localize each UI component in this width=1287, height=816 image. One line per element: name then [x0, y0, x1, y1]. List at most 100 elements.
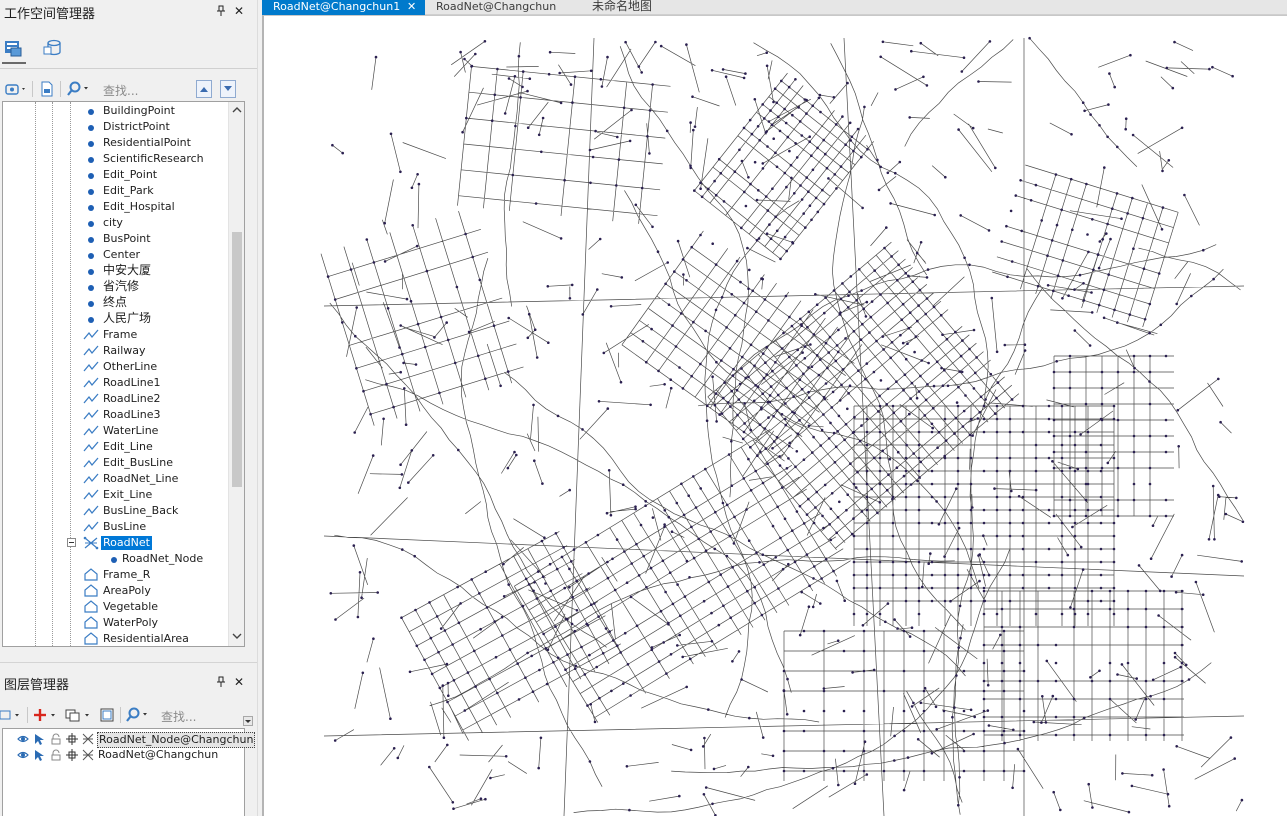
- scrollbar-thumb[interactable]: [232, 232, 242, 487]
- layer-group-icon[interactable]: [64, 706, 94, 724]
- scroll-down-icon[interactable]: [232, 632, 242, 642]
- search-icon[interactable]: [66, 80, 92, 98]
- tree-item[interactable]: BusLine_Back: [3, 503, 229, 519]
- tree-item[interactable]: Frame: [3, 327, 229, 343]
- previous-result-button[interactable]: [196, 80, 212, 98]
- tree-item[interactable]: ResidentialArea: [3, 631, 229, 646]
- snappable-crosshair-icon[interactable]: [66, 733, 78, 745]
- tree-item[interactable]: Edit_BusLine: [3, 455, 229, 471]
- tree-item[interactable]: Exit_Line: [3, 487, 229, 503]
- road-lines: [320, 37, 1245, 816]
- road-node-point: [714, 308, 718, 312]
- tree-item[interactable]: 终点: [3, 295, 229, 311]
- road-node-point: [801, 351, 804, 354]
- road-node-point: [442, 736, 446, 739]
- road-node-point: [848, 290, 851, 294]
- workspace-tree[interactable]: BuildingPoint DistrictPoint ResidentialPoi…: [2, 101, 245, 647]
- snappable-crosshair-icon[interactable]: [66, 749, 78, 761]
- tree-item[interactable]: RoadNet_Line: [3, 471, 229, 487]
- tree-item[interactable]: Frame_R: [3, 567, 229, 583]
- save-document-icon[interactable]: [38, 80, 56, 98]
- tree-item[interactable]: WaterLine: [3, 423, 229, 439]
- road-node-point: [1162, 733, 1166, 737]
- toolbar-overflow-icon[interactable]: [243, 716, 253, 726]
- tree-item[interactable]: DistrictPoint: [3, 119, 229, 135]
- network-layer-icon[interactable]: [82, 733, 94, 745]
- tree-item[interactable]: Edit_Hospital: [3, 199, 229, 215]
- tree-item[interactable]: ScientificResearch: [3, 151, 229, 167]
- tree-item[interactable]: RoadLine1: [3, 375, 229, 391]
- road-node-point: [899, 419, 903, 423]
- road-node-point: [1008, 521, 1012, 525]
- layer-properties-icon[interactable]: [98, 706, 116, 724]
- workspace-search-input[interactable]: 查找...: [103, 82, 138, 99]
- visible-eye-icon[interactable]: [17, 749, 29, 761]
- tree-item[interactable]: Center: [3, 247, 229, 263]
- tree-item[interactable]: RoadLine3: [3, 407, 229, 423]
- tree-item[interactable]: BusLine: [3, 519, 229, 535]
- close-icon[interactable]: ✕: [232, 675, 246, 689]
- road-node-point: [362, 389, 365, 393]
- tree-item[interactable]: city: [3, 215, 229, 231]
- road-node-point: [1240, 798, 1244, 802]
- tree-item[interactable]: Edit_Line: [3, 439, 229, 455]
- tab-roadnet-changchun1[interactable]: RoadNet@Changchun1 ✕: [262, 0, 425, 15]
- road-node-point: [1134, 718, 1137, 721]
- selectable-cursor-icon[interactable]: [33, 749, 45, 761]
- layer-list[interactable]: RoadNet_Node@Changchun RoadNet@Changchun: [2, 728, 256, 816]
- open-workspace-icon[interactable]: [4, 80, 28, 98]
- road-node-point: [962, 749, 966, 753]
- tree-item[interactable]: WaterPoly: [3, 615, 229, 631]
- road-network-map[interactable]: [264, 16, 1287, 816]
- visible-eye-icon[interactable]: [17, 733, 29, 745]
- layer-row[interactable]: RoadNet_Node@Changchun: [3, 731, 256, 748]
- resource-tab-icon[interactable]: [42, 38, 64, 58]
- road-node-point: [624, 40, 627, 44]
- road-node-point: [878, 586, 882, 590]
- tree-item[interactable]: BusPoint: [3, 231, 229, 247]
- tree-item[interactable]: Railway: [3, 343, 229, 359]
- pin-icon[interactable]: [214, 5, 228, 19]
- tab-close-icon[interactable]: ✕: [407, 0, 416, 13]
- road-node-point: [764, 447, 768, 450]
- close-icon[interactable]: ✕: [232, 4, 246, 18]
- network-layer-icon[interactable]: [82, 749, 94, 761]
- tree-item[interactable]: 人民广场: [3, 311, 229, 327]
- editable-lock-icon[interactable]: [50, 749, 62, 761]
- tree-item[interactable]: RoadLine2: [3, 391, 229, 407]
- pin-icon[interactable]: [214, 676, 228, 690]
- layer-row[interactable]: RoadNet@Changchun: [3, 747, 243, 763]
- tree-item[interactable]: 省汽修: [3, 279, 229, 295]
- tab-untitled-map[interactable]: 未命名地图: [585, 0, 675, 15]
- road-node-point: [500, 615, 504, 619]
- tree-item[interactable]: OtherLine: [3, 359, 229, 375]
- collapse-toggle-icon[interactable]: [67, 538, 76, 547]
- workspace-tree-tab-icon[interactable]: [3, 38, 25, 58]
- map-window[interactable]: [262, 15, 1287, 816]
- add-layer-icon[interactable]: [32, 706, 60, 724]
- line-dataset-icon: [83, 408, 99, 422]
- selectable-cursor-icon[interactable]: [33, 733, 45, 745]
- tree-scrollbar[interactable]: [228, 102, 244, 646]
- layer-style-icon[interactable]: [0, 706, 24, 724]
- tree-item[interactable]: Edit_Park: [3, 183, 229, 199]
- tree-item[interactable]: ResidentialPoint: [3, 135, 229, 151]
- tree-item[interactable]: Vegetable: [3, 599, 229, 615]
- road-node-point: [878, 501, 882, 504]
- next-result-button[interactable]: [220, 80, 236, 98]
- road-node-point: [819, 110, 822, 114]
- layer-search-input[interactable]: 查找...: [161, 708, 196, 725]
- editable-lock-icon[interactable]: [50, 733, 62, 745]
- tree-item[interactable]: RoadNet_Node: [3, 551, 229, 567]
- tree-item[interactable]: RoadNet: [3, 535, 229, 551]
- road-node-point: [1088, 344, 1092, 347]
- search-icon[interactable]: [125, 706, 151, 724]
- road-node-point: [982, 679, 986, 683]
- tab-roadnet-changchun[interactable]: RoadNet@Changchun: [425, 0, 585, 15]
- road-node-point: [787, 457, 790, 460]
- tree-item[interactable]: Edit_Point: [3, 167, 229, 183]
- tree-item[interactable]: BuildingPoint: [3, 103, 229, 119]
- scroll-up-icon[interactable]: [232, 106, 242, 116]
- tree-item[interactable]: AreaPoly: [3, 583, 229, 599]
- tree-item[interactable]: 中安大厦: [3, 263, 229, 279]
